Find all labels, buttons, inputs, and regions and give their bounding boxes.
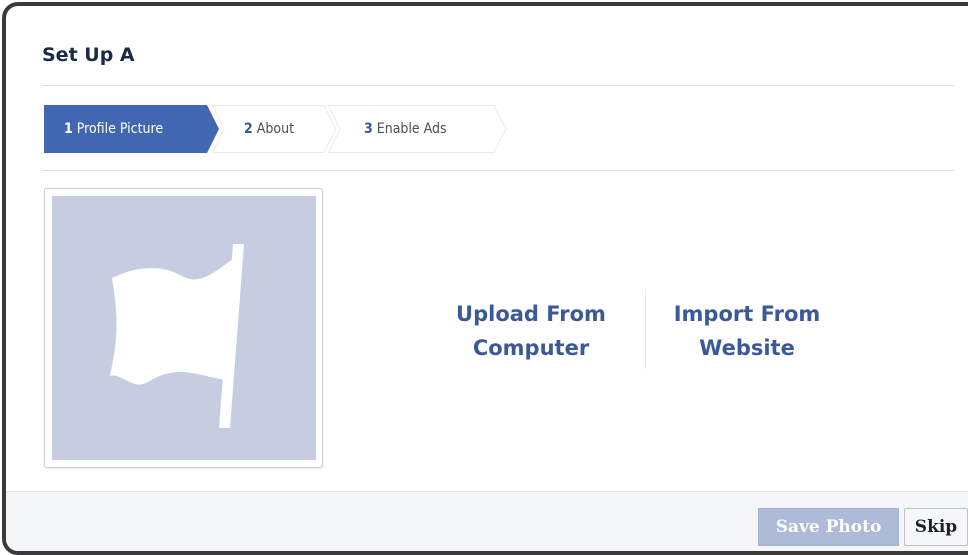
dialog-title: Set Up A	[42, 44, 135, 66]
step-number: 2	[244, 121, 253, 137]
step-label: Profile Picture	[76, 121, 164, 137]
steps-divider	[42, 170, 954, 171]
step-number: 3	[364, 121, 373, 137]
profile-picture-placeholder	[52, 196, 316, 460]
save-photo-button[interactable]: Save Photo	[758, 508, 899, 546]
setup-dialog: Set Up A 1 Profile Picture 2 About 3 Ena…	[2, 2, 968, 555]
actions-divider	[645, 289, 646, 369]
title-divider	[42, 85, 954, 86]
step-about[interactable]: 2 About	[212, 105, 337, 153]
import-line-1: Import From	[673, 302, 821, 326]
step-label: Enable Ads	[376, 121, 447, 137]
import-from-website-link[interactable]: Import From Website	[652, 297, 842, 365]
upload-line-2: Computer	[472, 336, 590, 360]
step-number: 1	[64, 121, 73, 137]
step-enable-ads[interactable]: 3 Enable Ads	[328, 105, 508, 153]
step-label: About	[256, 121, 295, 137]
flag-icon	[110, 244, 244, 428]
skip-button[interactable]: Skip	[904, 508, 968, 546]
upload-from-computer-link[interactable]: Upload From Computer	[436, 297, 626, 365]
step-profile-picture[interactable]: 1 Profile Picture	[44, 105, 220, 153]
profile-picture-frame	[44, 188, 323, 468]
import-line-2: Website	[699, 336, 795, 360]
upload-line-1: Upload From	[456, 302, 606, 326]
step-progress: 1 Profile Picture 2 About 3 Enable Ads	[44, 105, 514, 153]
